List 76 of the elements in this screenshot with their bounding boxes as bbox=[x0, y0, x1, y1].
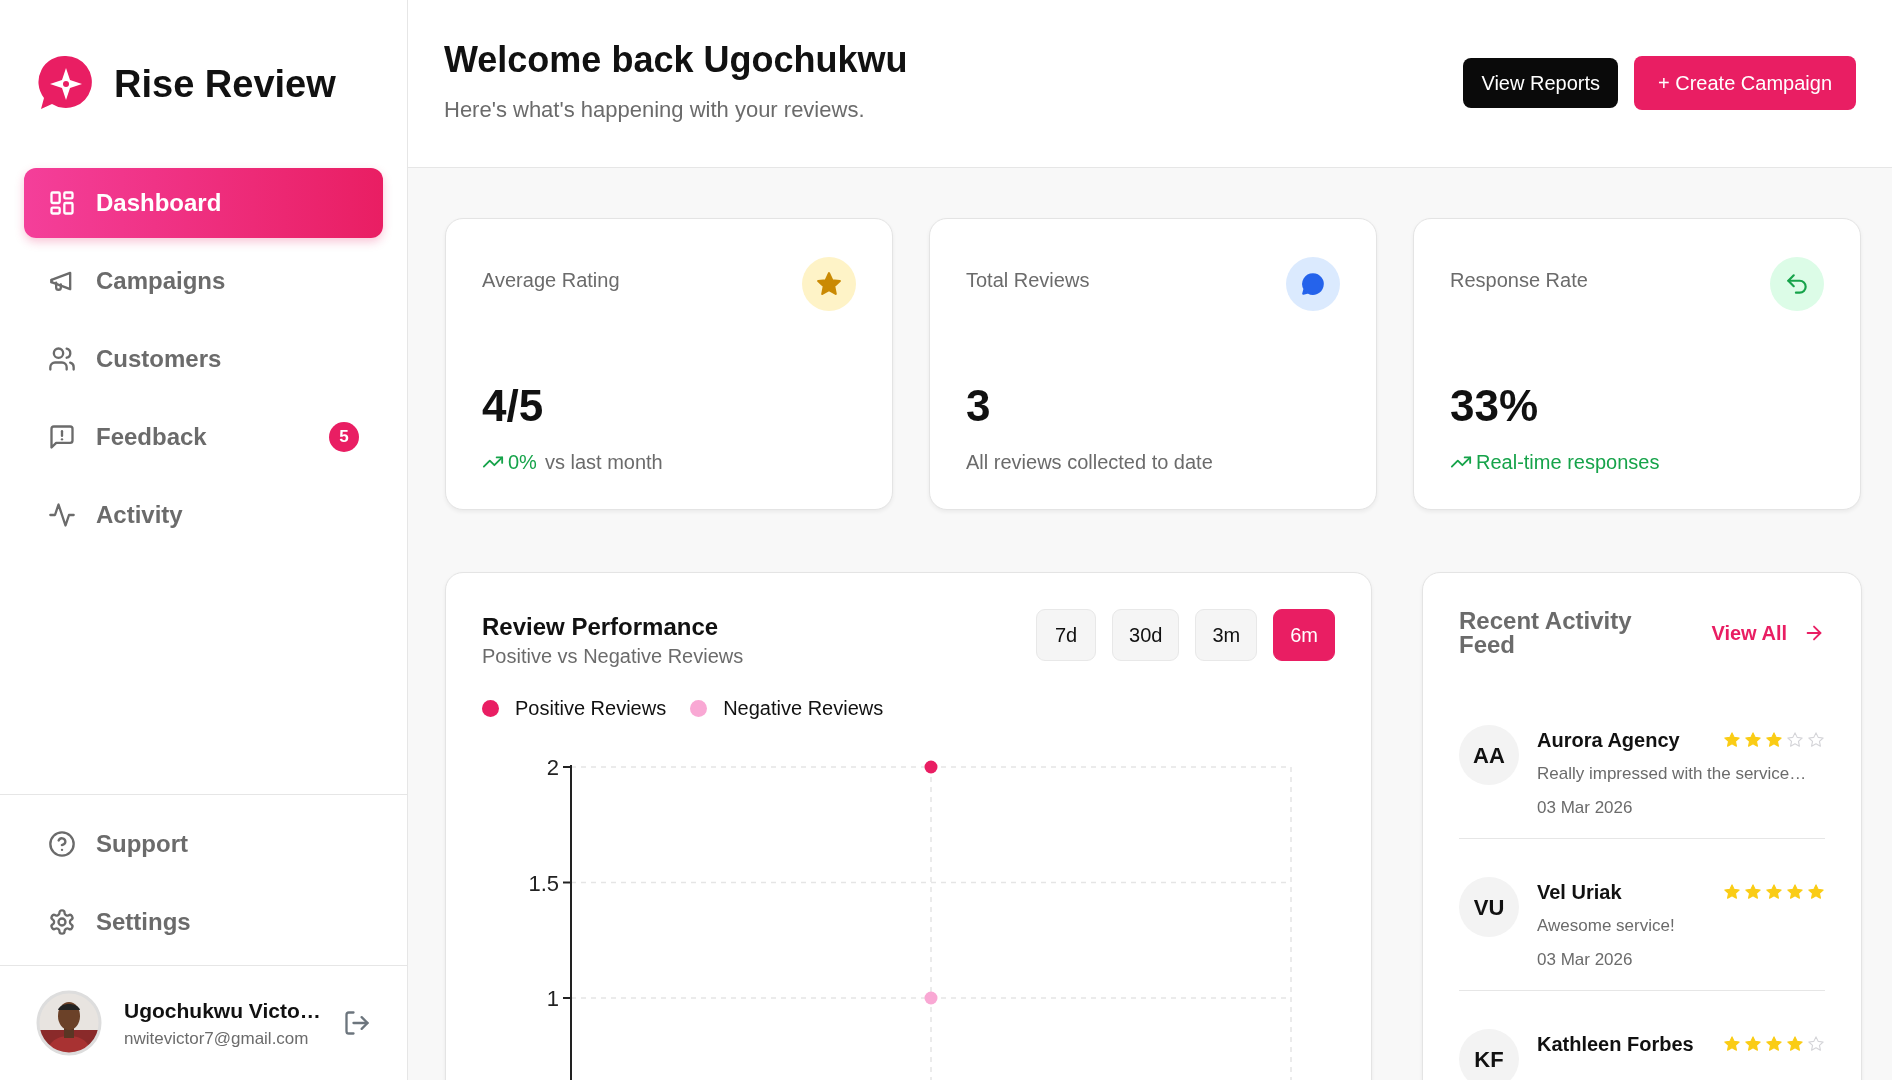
page-subtitle: Here's what's happening with your reviews. bbox=[444, 96, 866, 125]
star-icon bbox=[1786, 883, 1804, 901]
view-all-link[interactable]: View All bbox=[1711, 618, 1825, 648]
create-campaign-button[interactable]: + Create Campaign bbox=[1634, 56, 1856, 110]
star-icon bbox=[1723, 731, 1741, 749]
stat-value: 4/5 bbox=[482, 380, 545, 432]
stat-label: Average Rating bbox=[482, 268, 620, 293]
nav-item[interactable]: Settings bbox=[24, 887, 383, 957]
nav-item[interactable]: Campaigns bbox=[24, 246, 383, 316]
help-icon bbox=[48, 830, 76, 858]
trend-value: Real-time responses bbox=[1476, 450, 1660, 475]
star-outline-icon bbox=[1807, 731, 1825, 749]
review-text: Awesome service! bbox=[1537, 915, 1676, 937]
reviewer-name: Vel Uriak bbox=[1537, 880, 1622, 905]
stat-note: vs last month bbox=[544, 450, 663, 475]
star-icon bbox=[1765, 731, 1783, 749]
avatar-initials: VU bbox=[1459, 877, 1519, 937]
avatar-initials: KF bbox=[1459, 1029, 1519, 1080]
stat-note: All reviews collected to date bbox=[966, 450, 1213, 475]
star-icon bbox=[1765, 1035, 1783, 1053]
user-name: Ugochukwu Victo… bbox=[124, 997, 321, 1024]
star-icon bbox=[816, 271, 842, 297]
star-outline-icon bbox=[1807, 1035, 1825, 1053]
logout-icon bbox=[342, 1009, 371, 1037]
range-tab[interactable]: 30d bbox=[1112, 609, 1180, 661]
user-email: nwitevictor7@gmail.com bbox=[124, 1028, 310, 1050]
nav-item[interactable]: Dashboard bbox=[24, 168, 383, 238]
range-tab[interactable]: 3m bbox=[1195, 609, 1258, 661]
page-title: Welcome back Ugochukwu bbox=[444, 38, 908, 82]
stat-value: 3 bbox=[966, 380, 992, 432]
message-alert-icon bbox=[48, 423, 76, 451]
star-icon bbox=[1744, 1035, 1762, 1053]
trend-value: 0% bbox=[508, 450, 537, 475]
star-icon bbox=[1807, 883, 1825, 901]
nav-item[interactable]: Feedback 5 bbox=[24, 402, 383, 472]
chat-bubble-icon bbox=[1300, 271, 1326, 297]
nav-item[interactable]: Customers bbox=[24, 324, 383, 394]
review-date: 03 Mar 2026 bbox=[1537, 796, 1634, 819]
legend-label: Positive Reviews bbox=[515, 696, 667, 721]
range-tab[interactable]: 6m bbox=[1273, 609, 1335, 661]
star-icon bbox=[1744, 731, 1762, 749]
reviewer-name: Aurora Agency bbox=[1537, 728, 1680, 753]
pulse-icon bbox=[48, 501, 76, 529]
stat-label: Response Rate bbox=[1450, 268, 1588, 293]
chart-subtitle: Positive vs Negative Reviews bbox=[482, 645, 744, 667]
tick-label: 1 bbox=[546, 986, 559, 1011]
chart-title: Review Performance bbox=[482, 612, 720, 642]
view-reports-button[interactable]: View Reports bbox=[1463, 58, 1618, 108]
star-icon bbox=[1723, 1035, 1741, 1053]
grid-icon bbox=[48, 189, 76, 217]
star-icon bbox=[1744, 883, 1762, 901]
data-point bbox=[924, 991, 938, 1005]
reply-icon bbox=[1784, 271, 1810, 297]
reviewer-name: Kathleen Forbes bbox=[1537, 1032, 1694, 1057]
star-icon bbox=[1786, 1035, 1804, 1053]
review-text: Really impressed with the service… bbox=[1537, 763, 1808, 785]
tick-label: 1.5 bbox=[528, 870, 559, 896]
data-point bbox=[924, 760, 938, 774]
nav-item[interactable]: Activity bbox=[24, 480, 383, 550]
review-date: 03 Mar 2026 bbox=[1537, 948, 1634, 971]
settings-icon bbox=[48, 908, 76, 936]
avatar-initials: AA bbox=[1459, 725, 1519, 785]
star-icon bbox=[1723, 883, 1741, 901]
star-outline-icon bbox=[1786, 731, 1804, 749]
app-name: Rise Review bbox=[114, 61, 336, 107]
logout-button[interactable] bbox=[342, 1009, 371, 1037]
nav-item[interactable]: Support bbox=[24, 809, 383, 879]
legend-label: Negative Reviews bbox=[723, 696, 884, 721]
tick-label: 2 bbox=[546, 755, 559, 780]
star-icon bbox=[1765, 883, 1783, 901]
stat-value: 33% bbox=[1450, 380, 1540, 432]
stat-label: Total Reviews bbox=[966, 268, 1090, 293]
range-tab[interactable]: 7d bbox=[1036, 609, 1097, 661]
section-title: Recent Activity Feed bbox=[1459, 609, 1633, 657]
count-badge: 5 bbox=[329, 422, 359, 452]
users-icon bbox=[48, 345, 76, 373]
